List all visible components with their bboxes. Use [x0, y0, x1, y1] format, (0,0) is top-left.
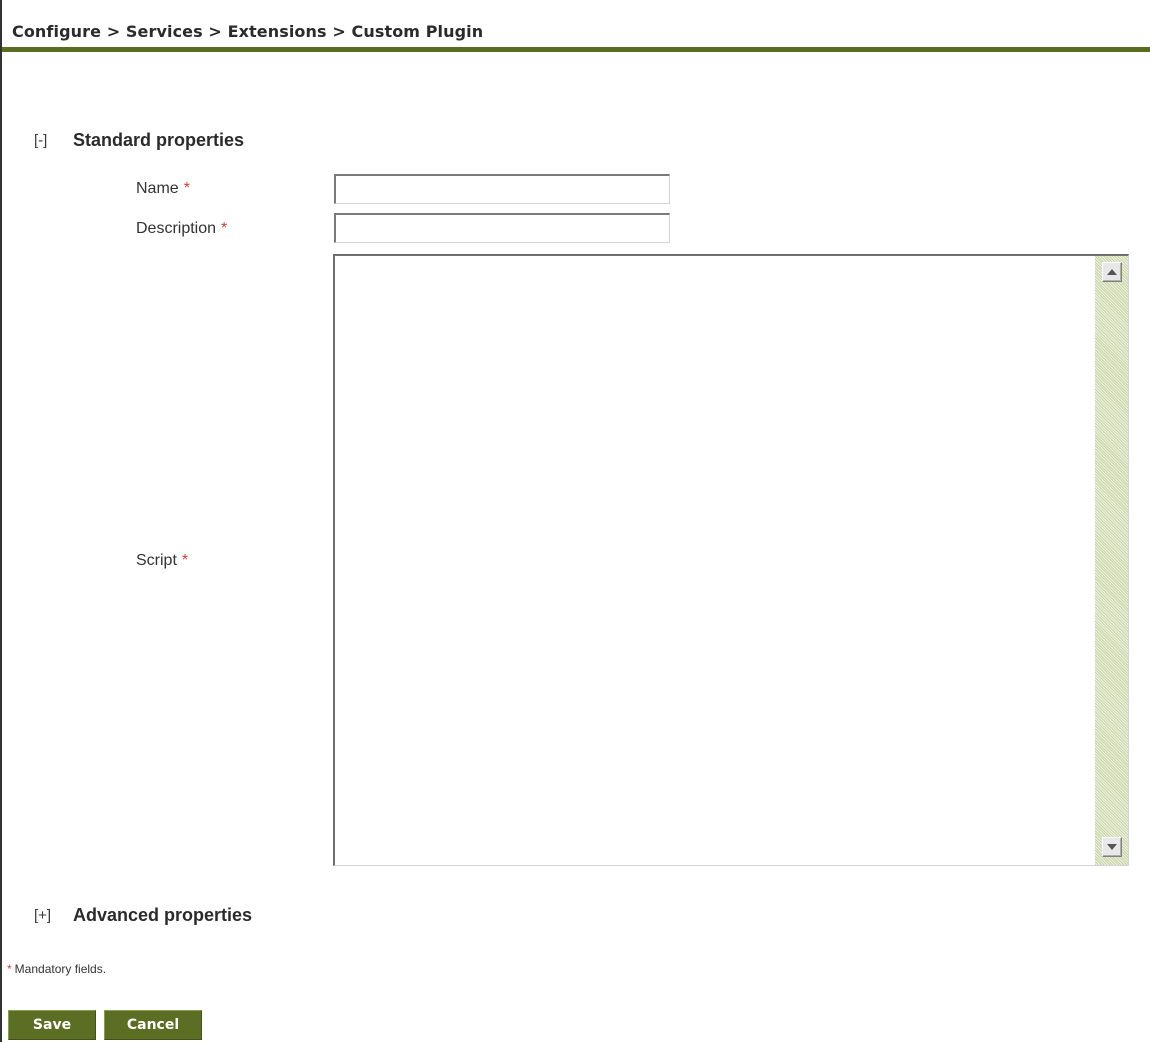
description-required-mark: * — [221, 220, 228, 237]
name-required-mark: * — [183, 180, 190, 197]
description-label-text: Description — [136, 220, 217, 237]
standard-properties-toggle[interactable]: [-] — [34, 132, 47, 149]
mandatory-mark: * — [7, 962, 12, 976]
scroll-up-arrow-icon[interactable] — [1102, 262, 1122, 282]
script-textarea[interactable] — [335, 256, 1095, 865]
header-divider — [2, 47, 1150, 52]
mandatory-fields-note: * Mandatory fields. — [7, 962, 106, 976]
scroll-down-arrow-icon[interactable] — [1102, 837, 1122, 857]
save-button[interactable]: Save — [8, 1010, 96, 1040]
standard-properties-title: Standard properties — [73, 130, 245, 150]
breadcrumb: Configure > Services > Extensions > Cust… — [12, 22, 484, 41]
description-field[interactable] — [334, 213, 670, 243]
name-label: Name * — [136, 180, 190, 198]
description-label: Description * — [136, 220, 227, 238]
triangle-down-icon — [1107, 844, 1117, 850]
custom-plugin-page: Configure > Services > Extensions > Cust… — [0, 0, 1150, 1042]
mandatory-note-text: Mandatory fields. — [14, 962, 107, 976]
script-editor — [333, 254, 1129, 866]
script-label-text: Script — [136, 552, 177, 569]
script-label: Script * — [136, 552, 188, 570]
triangle-up-icon — [1107, 269, 1117, 275]
name-field[interactable] — [334, 174, 670, 204]
script-required-mark: * — [181, 552, 189, 569]
left-border — [0, 0, 2, 1042]
cancel-button[interactable]: Cancel — [104, 1010, 202, 1040]
advanced-properties-title[interactable]: Advanced properties — [73, 905, 252, 926]
advanced-properties-toggle[interactable]: [+] — [34, 907, 51, 924]
name-label-text: Name — [136, 180, 179, 197]
script-scrollbar[interactable] — [1095, 256, 1128, 865]
